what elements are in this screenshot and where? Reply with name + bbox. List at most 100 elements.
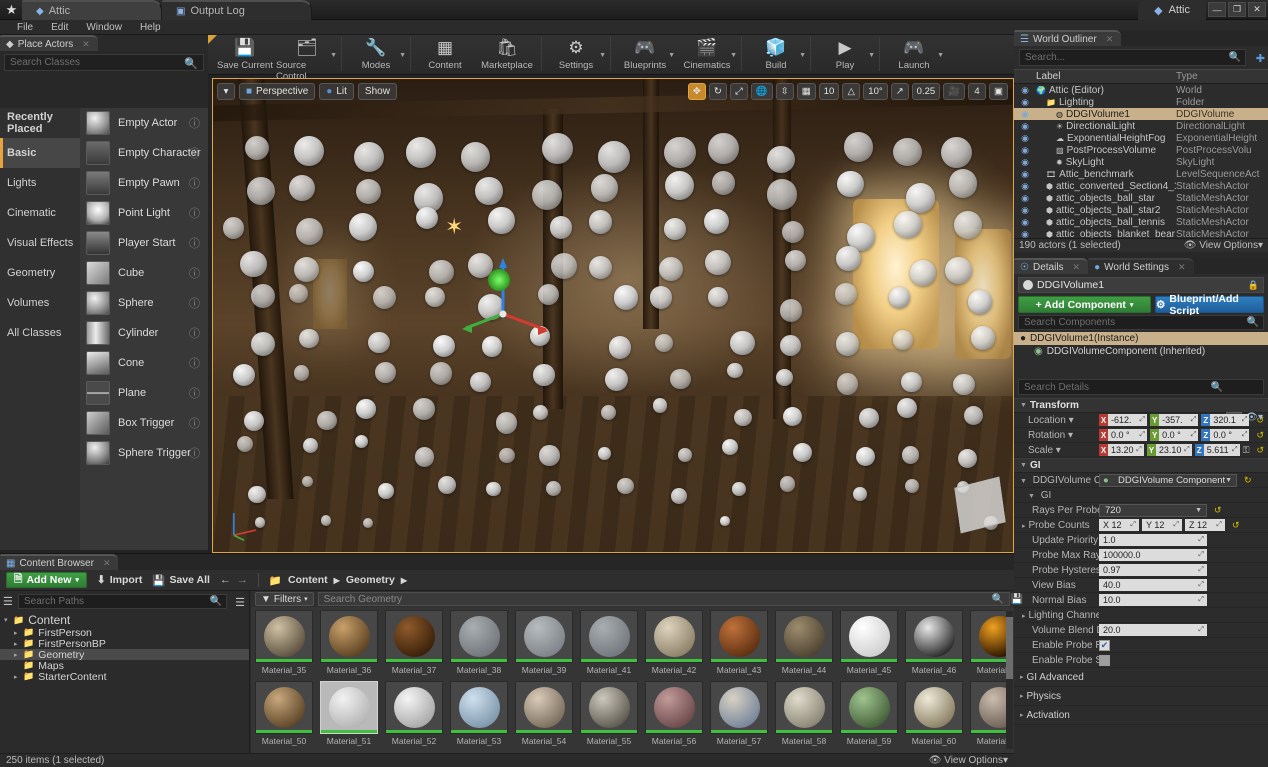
viewport-angle-size-value[interactable]: 10°	[863, 83, 887, 100]
actor-item-empty-pawn[interactable]: Empty Pawnⓘ	[80, 168, 208, 198]
gi-input[interactable]: 1.0⤢	[1099, 534, 1207, 546]
asset-item[interactable]: Material_59	[840, 681, 898, 746]
column-header-label[interactable]: Label	[1036, 71, 1176, 82]
toolbar-button-build[interactable]: 🧊Build▼	[745, 35, 807, 75]
asset-item[interactable]: Material_47	[970, 610, 1006, 675]
help-icon[interactable]: ⓘ	[189, 355, 200, 371]
asset-item[interactable]: Material_45	[840, 610, 898, 675]
chevron-right-icon[interactable]: ▸	[1022, 523, 1026, 530]
viewport-camera-speed-icon[interactable]: 🎥	[943, 83, 965, 100]
geometry-search-input[interactable]: Search Geometry 🔍 💾	[318, 592, 1010, 606]
rotation-z-value[interactable]: 0.0 °⤢	[1210, 429, 1249, 441]
outliner-row[interactable]: ◉🎞Attic_benchmarkLevelSequenceAct	[1014, 168, 1268, 180]
spinner-icon[interactable]: ⤢	[1198, 551, 1204, 559]
close-icon[interactable]: ✕	[103, 558, 111, 569]
asset-item[interactable]: Material_53	[450, 681, 508, 746]
help-icon[interactable]: ⓘ	[189, 385, 200, 401]
breadcrumb-content[interactable]: Content	[288, 574, 328, 586]
add-new-button[interactable]: 🗎 Add New ▾	[6, 572, 87, 588]
viewport-scale-gizmo-icon[interactable]: ⤢	[730, 83, 748, 100]
viewport-translate-gizmo-icon[interactable]: ✥	[688, 83, 706, 100]
close-icon[interactable]: ✕	[1073, 262, 1081, 273]
viewport-scale-size-value[interactable]: 0.25	[912, 83, 941, 100]
filters-button[interactable]: ▼ Filters ▾	[255, 592, 314, 606]
spinner-icon[interactable]: ⤢	[1198, 536, 1204, 544]
spinner-icon[interactable]: ⤢	[1232, 446, 1238, 454]
toolbar-button-launch[interactable]: 🎮Launch▼	[883, 35, 945, 75]
scale-z-value[interactable]: 5.611⤢	[1204, 444, 1240, 456]
chevron-down-icon[interactable]: ▼	[730, 52, 737, 59]
chevron-right-icon[interactable]: ▸	[14, 651, 22, 659]
path-node-geometry[interactable]: ▸📁Geometry	[0, 649, 249, 660]
asset-item[interactable]: Material_38	[450, 610, 508, 675]
actor-category-visual-effects[interactable]: Visual Effects	[0, 228, 80, 258]
viewport-maximize-viewport-icon[interactable]: ▣	[989, 83, 1008, 100]
visibility-eye-icon[interactable]: ◉	[1014, 217, 1036, 228]
collapsed-section-physics[interactable]: ▸Physics	[1014, 687, 1268, 706]
asset-item[interactable]: Material_61	[970, 681, 1006, 746]
minimize-button[interactable]: —	[1208, 2, 1226, 17]
outliner-row[interactable]: ◉◍DDGIVolume1DDGIVolume	[1014, 108, 1268, 120]
actor-category-volumes[interactable]: Volumes	[0, 288, 80, 318]
toolbar-button-settings[interactable]: ⚙Settings▼	[545, 35, 607, 75]
outliner-row[interactable]: ◉☁ExponentialHeightFogExponentialHeight	[1014, 132, 1268, 144]
add-to-outliner-icon[interactable]: ✚	[1256, 52, 1265, 65]
visibility-eye-icon[interactable]: ◉	[1014, 109, 1036, 120]
spinner-icon[interactable]: ⤢	[1191, 431, 1197, 439]
level-viewport[interactable]: ✶ ▾ ■ Perspective ● Lit Show ✥↻⤢🌐⇳▦10△10…	[212, 78, 1014, 553]
actor-item-cube[interactable]: Cubeⓘ	[80, 258, 208, 288]
asset-item[interactable]: Material_36	[320, 610, 378, 675]
close-button[interactable]: ✕	[1248, 2, 1266, 17]
chevron-down-icon[interactable]: ▼	[330, 52, 337, 59]
actor-category-geometry[interactable]: Geometry	[0, 258, 80, 288]
gi-input[interactable]: 10.0⤢	[1099, 594, 1207, 606]
visibility-eye-icon[interactable]: ◉	[1014, 85, 1036, 96]
transform-label[interactable]: Rotation ▾	[1014, 430, 1099, 441]
details-search-input[interactable]: Search Details 🔍	[1018, 379, 1264, 395]
toolbar-button-save-current[interactable]: 💾Save Current	[214, 35, 276, 75]
spinner-icon[interactable]: ⤢	[1242, 416, 1248, 424]
asset-item[interactable]: Material_46	[905, 610, 963, 675]
help-icon[interactable]: ⓘ	[189, 235, 200, 251]
probe-counts-x[interactable]: X 12⤢	[1099, 519, 1139, 531]
scale-z-field[interactable]: Z5.611⤢	[1195, 444, 1240, 456]
outliner-row[interactable]: ◉⬢attic_converted_Section4_1StaticMeshAc…	[1014, 180, 1268, 192]
tab-place-actors[interactable]: ◆ Place Actors ✕	[0, 35, 98, 51]
help-icon[interactable]: ⓘ	[189, 175, 200, 191]
visibility-eye-icon[interactable]: ◉	[1014, 193, 1036, 204]
help-icon[interactable]: ⓘ	[189, 295, 200, 311]
spinner-icon[interactable]: ⤢	[1173, 521, 1179, 529]
actor-item-cone[interactable]: Coneⓘ	[80, 348, 208, 378]
path-node-firstpersonbp[interactable]: ▸📁FirstPersonBP	[0, 638, 249, 649]
spinner-icon[interactable]: ⤢	[1191, 416, 1197, 424]
chevron-down-icon[interactable]: ▼	[668, 52, 675, 59]
chevron-right-icon[interactable]: ▸	[14, 673, 22, 681]
add-component-button[interactable]: + Add Component ▾	[1018, 296, 1151, 313]
scale-y-field[interactable]: Y23.10⤢	[1147, 444, 1192, 456]
asset-item[interactable]: Material_42	[645, 610, 703, 675]
spinner-icon[interactable]: ⤢	[1198, 581, 1204, 589]
asset-item[interactable]: Material_44	[775, 610, 833, 675]
component-selector-combo[interactable]: ● DDGIVolume Component ▼	[1099, 474, 1237, 487]
chevron-right-icon[interactable]: ▸	[14, 629, 22, 637]
save-search-icon[interactable]: 💾	[1011, 594, 1023, 605]
section-transform[interactable]: ▼ Transform	[1014, 398, 1268, 413]
outliner-row[interactable]: ◉☀DirectionalLightDirectionalLight	[1014, 120, 1268, 132]
outliner-row[interactable]: ◉📁LightingFolder	[1014, 96, 1268, 108]
asset-item[interactable]: Material_52	[385, 681, 443, 746]
menu-file[interactable]: File	[8, 20, 42, 35]
transform-gizmo[interactable]	[458, 254, 548, 344]
asset-item[interactable]: Material_58	[775, 681, 833, 746]
outliner-row[interactable]: ◉⬢attic_objects_ball_star2StaticMeshActo…	[1014, 204, 1268, 216]
revert-icon[interactable]: ↻	[1244, 475, 1252, 486]
gi-input[interactable]: 20.0⤢	[1099, 624, 1207, 636]
gi-checkbox[interactable]: ✔	[1099, 640, 1110, 651]
actor-item-empty-character[interactable]: Empty Characterⓘ	[80, 138, 208, 168]
revert-icon[interactable]: ↺	[1232, 520, 1240, 531]
forward-arrow-icon[interactable]: →	[237, 574, 248, 586]
asset-item[interactable]: Material_50	[255, 681, 313, 746]
visibility-eye-icon[interactable]: ◉	[1014, 121, 1036, 132]
import-button[interactable]: ⬇ Import	[97, 574, 142, 586]
location-z-field[interactable]: Z320.1⤢	[1201, 414, 1249, 426]
spinner-icon[interactable]: ⤢	[1198, 626, 1204, 634]
